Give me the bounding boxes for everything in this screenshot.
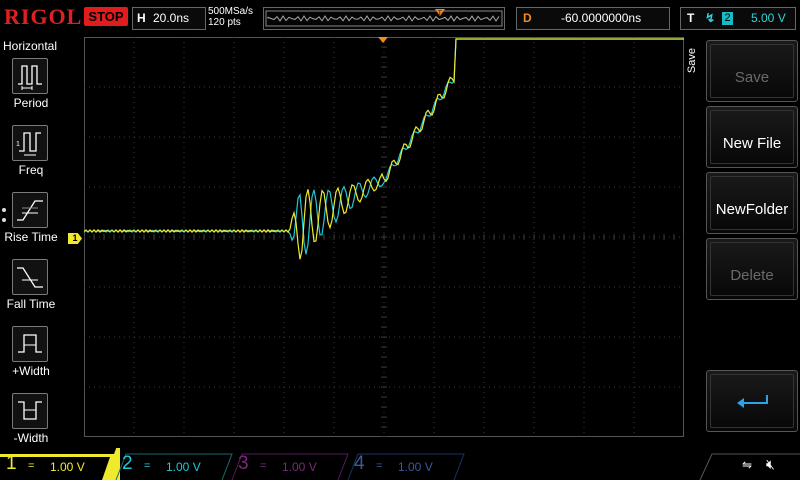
measure-rise-time[interactable]: Rise Time	[0, 192, 62, 258]
save-button[interactable]: Save	[706, 40, 798, 102]
trigger-key-label: T	[687, 11, 695, 25]
channel-2-tab[interactable]: 2 = 1.00 V	[116, 448, 234, 480]
channel-number: 1	[6, 453, 17, 474]
frequency-icon: 1	[12, 125, 48, 161]
coupling-icon: =	[376, 460, 383, 472]
softkey-label: Delete	[730, 267, 774, 284]
memory-overview: T	[263, 7, 505, 30]
positive-width-icon	[12, 326, 48, 362]
delay-value: -60.0000000ns	[561, 11, 642, 25]
trigger-source-badge: 2	[722, 12, 733, 25]
channel-bar: 1 = 1.00 V 2 = 1.00 V 3 = 1.00 V 4 = 1.0…	[0, 448, 800, 480]
delay-key-label: D	[523, 11, 532, 25]
negative-width-icon	[12, 393, 48, 429]
brand-logo: RIGOL	[4, 4, 83, 29]
fall-time-icon	[12, 259, 48, 295]
channel-number: 2	[122, 453, 133, 474]
menu-title: Save	[686, 48, 698, 74]
measure-fall-time[interactable]: Fall Time	[0, 259, 62, 325]
return-arrow-icon	[737, 395, 768, 408]
delay-box[interactable]: D -60.0000000ns	[516, 7, 670, 30]
coupling-icon: =	[144, 460, 151, 472]
coupling-icon: =	[28, 460, 35, 472]
timebase-value: 20.0ns	[153, 11, 190, 25]
channel-4-tab[interactable]: 4 = 1.00 V	[348, 448, 466, 480]
trigger-box[interactable]: T ↯ 2 5.00 V	[680, 7, 796, 30]
channel-scale: 1.00 V	[50, 460, 85, 474]
measure-period[interactable]: Period	[0, 58, 62, 124]
horizontal-key-label: H	[137, 11, 146, 25]
channel-scale: 1.00 V	[282, 460, 317, 474]
sample-rate: 500MSa/s	[208, 6, 254, 17]
trigger-level: 5.00 V	[751, 11, 786, 25]
channel-1-tab[interactable]: 1 = 1.00 V	[0, 448, 118, 480]
run-stop-indicator[interactable]: STOP	[84, 7, 128, 26]
measure-positive-width[interactable]: +Width	[0, 326, 62, 392]
coupling-icon: =	[260, 460, 267, 472]
svg-text:T: T	[438, 11, 442, 17]
sample-info: 500MSa/s 120 pts	[208, 6, 253, 28]
new-folder-button[interactable]: NewFolder	[706, 172, 798, 234]
top-status-bar: RIGOL STOP H 20.0ns 500MSa/s 120 pts T D …	[0, 0, 800, 34]
measure-menu-title: Horizontal	[3, 39, 58, 53]
delete-button[interactable]: Delete	[706, 238, 798, 300]
channel-scale: 1.00 V	[398, 460, 433, 474]
softkey-label: Save	[734, 69, 770, 86]
measure-label: Period	[13, 96, 49, 110]
svg-text:1: 1	[16, 141, 20, 148]
channel-3-tab[interactable]: 3 = 1.00 V	[232, 448, 350, 480]
memory-points: 120 pts	[208, 17, 241, 28]
measure-label: Rise Time	[4, 230, 58, 244]
rise-time-icon	[12, 192, 48, 228]
period-icon	[12, 58, 48, 94]
measure-frequency[interactable]: 1 Freq	[0, 125, 62, 191]
softkey-label: New File	[722, 135, 782, 152]
channel-number: 4	[354, 453, 365, 474]
usb-icon: ⇋	[742, 458, 753, 472]
horizontal-timebase-box[interactable]: H 20.0ns	[132, 7, 206, 30]
back-button[interactable]	[706, 370, 798, 432]
waveform-display[interactable]	[84, 37, 684, 437]
channel-number: 3	[238, 453, 249, 474]
softkey-label: NewFolder	[715, 201, 789, 218]
save-softkey-menu: Save Save New File NewFolder Delete	[686, 36, 800, 448]
new-file-button[interactable]: New File	[706, 106, 798, 168]
trigger-position-marker	[378, 37, 388, 43]
channel-scale: 1.00 V	[166, 460, 201, 474]
measure-label: +Width	[12, 364, 50, 378]
measure-label: Fall Time	[6, 297, 56, 311]
measure-menu: Horizontal Period 1 Freq Rise Time Fall …	[0, 36, 62, 448]
trigger-edge-icon: ↯	[705, 11, 716, 25]
channel-1-offset-marker: 1	[68, 233, 82, 244]
memory-overview-waveform: T	[265, 9, 503, 27]
graticule	[84, 37, 684, 437]
speaker-muted-icon[interactable]: 🔇︎	[766, 456, 775, 473]
measure-label: Freq	[18, 163, 44, 177]
measure-label: -Width	[13, 431, 49, 445]
